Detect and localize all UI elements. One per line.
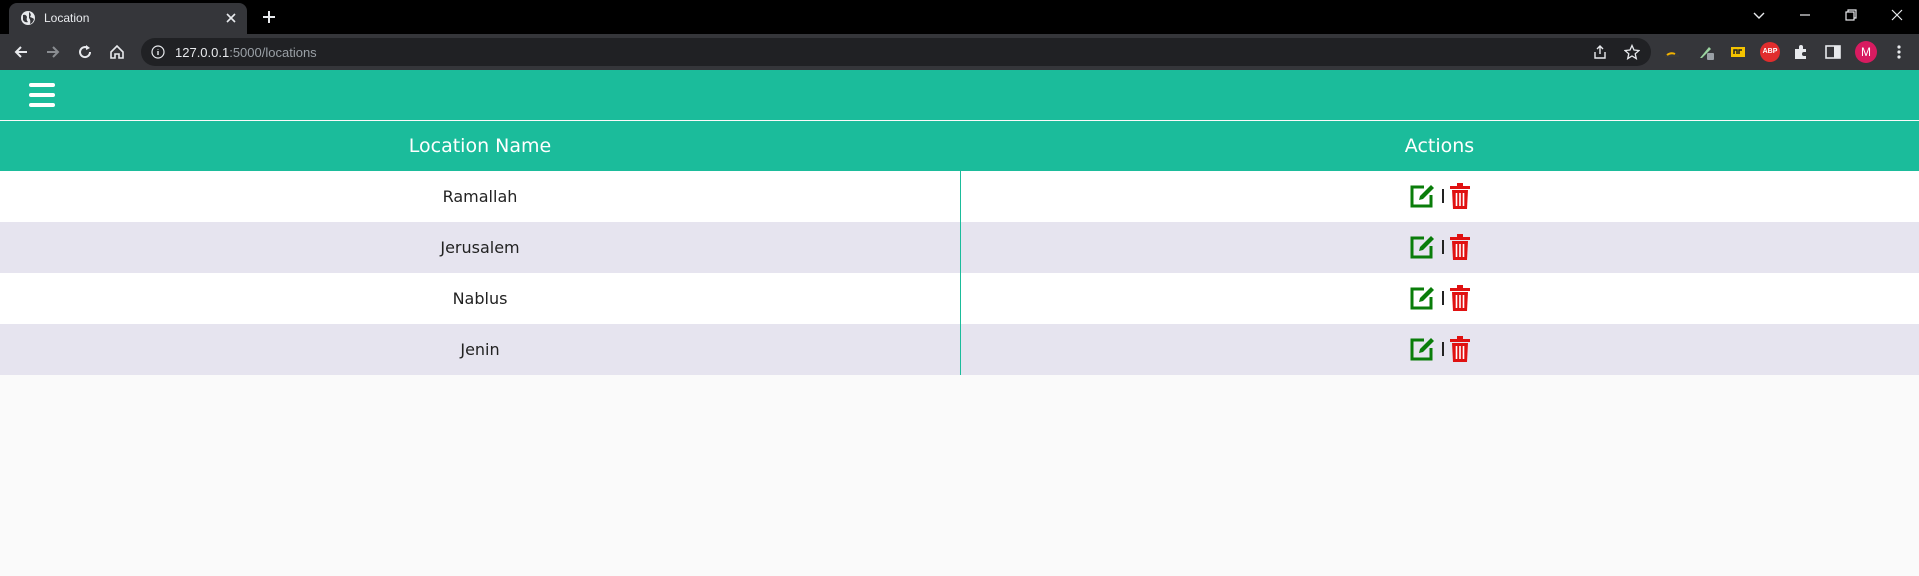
url-host: 127.0.0.1 xyxy=(175,45,230,60)
trash-icon[interactable] xyxy=(1449,336,1471,363)
home-icon[interactable] xyxy=(108,43,126,61)
row-actions xyxy=(1409,336,1489,364)
tab-title: Location xyxy=(44,11,90,25)
row-actions xyxy=(1409,183,1489,211)
globe-icon xyxy=(21,11,35,25)
reload-icon[interactable] xyxy=(76,43,94,61)
url-path: :5000/locations xyxy=(229,45,317,60)
trash-icon[interactable] xyxy=(1449,234,1471,261)
hamburger-icon[interactable] xyxy=(29,83,55,107)
row-actions xyxy=(1409,285,1489,313)
menu-dots-icon[interactable] xyxy=(1890,43,1908,61)
browser-titlebar: Location xyxy=(0,0,1919,34)
location-name-cell: Jenin xyxy=(460,340,500,359)
extension-pen-icon[interactable] xyxy=(1697,43,1715,61)
close-icon[interactable] xyxy=(224,11,238,25)
top-navbar xyxy=(0,70,1919,120)
separator xyxy=(1442,291,1444,305)
separator xyxy=(1442,342,1444,356)
column-divider xyxy=(960,171,961,375)
separator xyxy=(1442,240,1444,254)
edit-icon[interactable] xyxy=(1409,234,1437,260)
chevron-down-icon[interactable] xyxy=(1748,6,1770,24)
extension-yellow-icon[interactable] xyxy=(1729,43,1747,61)
extension-mask-icon[interactable] xyxy=(1663,43,1681,61)
forward-arrow-icon[interactable] xyxy=(44,43,62,61)
edit-icon[interactable] xyxy=(1409,183,1437,209)
edit-icon[interactable] xyxy=(1409,336,1437,362)
minimize-icon[interactable] xyxy=(1794,6,1816,24)
table-header: Location Name Actions xyxy=(0,121,1919,171)
trash-icon[interactable] xyxy=(1449,285,1471,312)
trash-icon[interactable] xyxy=(1449,183,1471,210)
close-window-icon[interactable] xyxy=(1886,6,1908,24)
restore-icon[interactable] xyxy=(1840,6,1862,24)
puzzle-icon[interactable] xyxy=(1792,43,1810,61)
actions-cell xyxy=(961,171,1919,222)
separator xyxy=(1442,189,1444,203)
location-name-cell: Jerusalem xyxy=(440,238,520,257)
url-text: 127.0.0.1:5000/locations xyxy=(175,45,317,60)
browser-tab[interactable]: Location xyxy=(9,3,247,34)
actions-cell xyxy=(961,324,1919,375)
adblock-icon[interactable]: ABP xyxy=(1760,42,1780,62)
back-arrow-icon[interactable] xyxy=(12,43,30,61)
plus-icon[interactable] xyxy=(260,8,278,26)
profile-avatar[interactable]: M xyxy=(1855,41,1877,63)
location-name-cell: Ramallah xyxy=(442,187,518,206)
location-name-cell: Nablus xyxy=(452,289,508,308)
browser-toolbar: 127.0.0.1:5000/locations xyxy=(0,34,1919,70)
column-header-location-name: Location Name xyxy=(408,135,552,157)
address-bar[interactable]: 127.0.0.1:5000/locations xyxy=(141,38,1651,66)
star-icon[interactable] xyxy=(1624,44,1640,60)
edit-icon[interactable] xyxy=(1409,285,1437,311)
sidebar-icon[interactable] xyxy=(1824,43,1842,61)
row-actions xyxy=(1409,234,1489,262)
info-icon[interactable] xyxy=(151,45,165,59)
column-header-actions: Actions xyxy=(1404,135,1475,157)
actions-cell xyxy=(961,222,1919,273)
share-icon[interactable] xyxy=(1592,44,1608,60)
actions-cell xyxy=(961,273,1919,324)
